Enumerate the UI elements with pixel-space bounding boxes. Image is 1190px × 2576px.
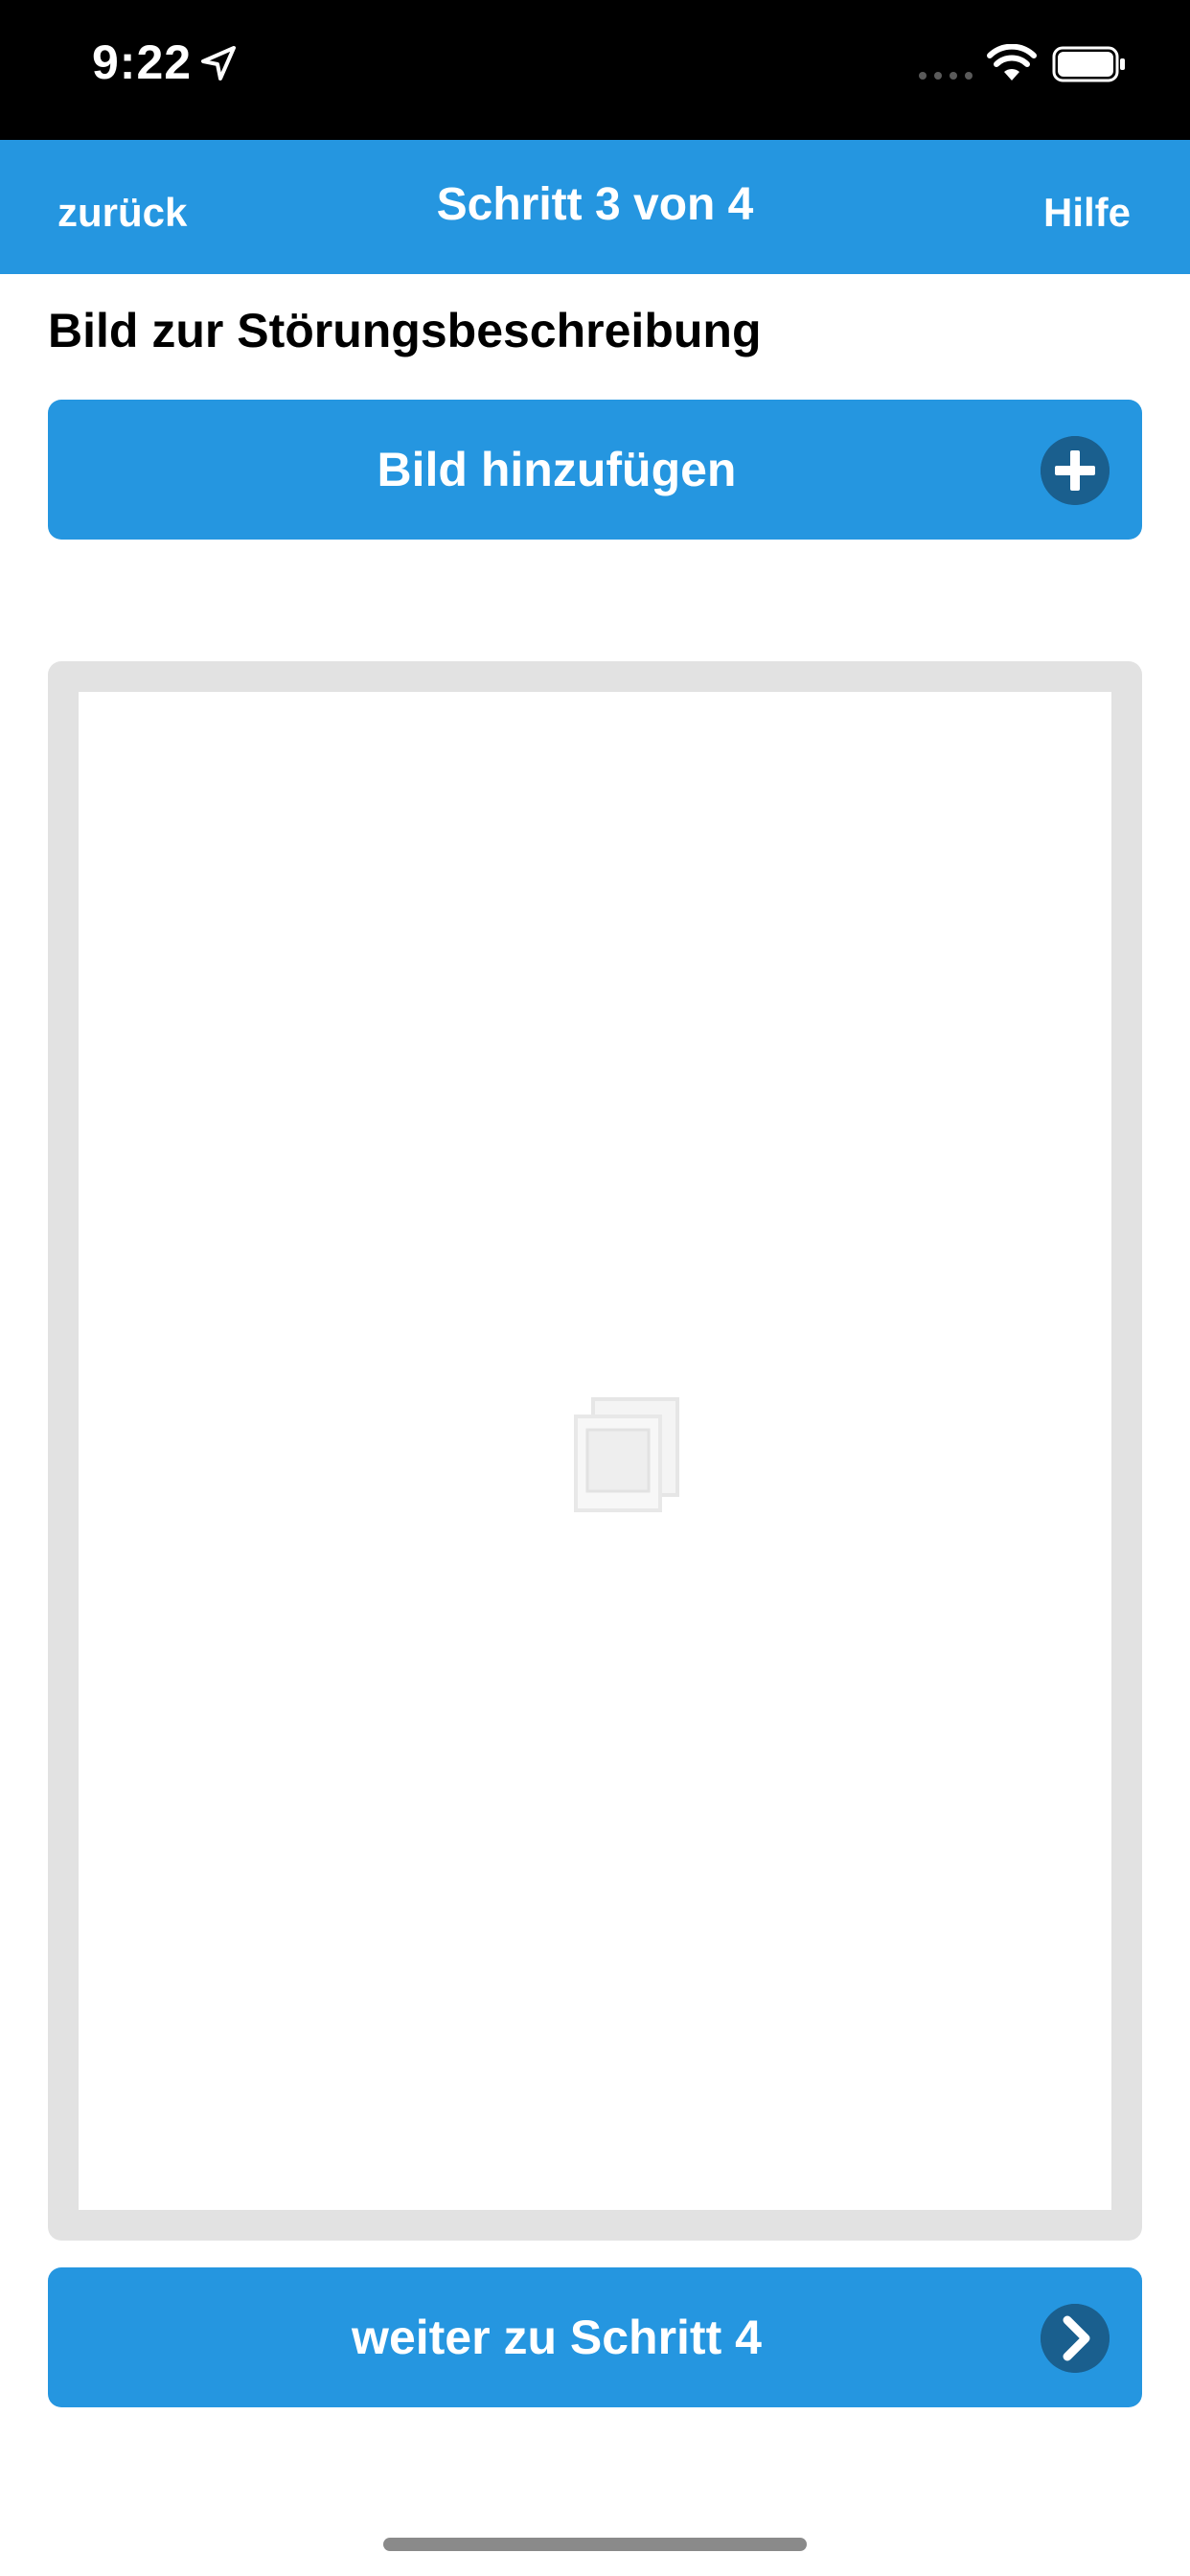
home-indicator[interactable] [383, 2538, 807, 2551]
next-step-label: weiter zu Schritt 4 [352, 2311, 762, 2364]
section-title: Bild zur Störungsbeschreibung [48, 304, 762, 357]
help-button[interactable]: Hilfe [1043, 190, 1131, 236]
page-title: Schritt 3 von 4 [436, 179, 754, 230]
next-step-button[interactable]: weiter zu Schritt 4 [48, 2267, 1142, 2407]
chevron-right-circle-icon [1041, 2304, 1110, 2373]
battery-icon [1052, 46, 1125, 82]
plus-circle-icon [1041, 436, 1110, 505]
wifi-icon [987, 44, 1037, 80]
status-time: 9:22 [92, 35, 193, 89]
image-preview-area[interactable] [79, 692, 1111, 2210]
image-placeholder-icon [574, 1397, 679, 1512]
image-preview-frame [48, 661, 1142, 2241]
nav-bar: zurück Schritt 3 von 4 Hilfe [0, 140, 1190, 274]
status-bar: 9:22 [0, 0, 1190, 140]
cellular-signal-icon [919, 72, 973, 80]
location-arrow-icon [201, 46, 236, 80]
add-image-label: Bild hinzufügen [377, 443, 737, 496]
add-image-button[interactable]: Bild hinzufügen [48, 400, 1142, 540]
